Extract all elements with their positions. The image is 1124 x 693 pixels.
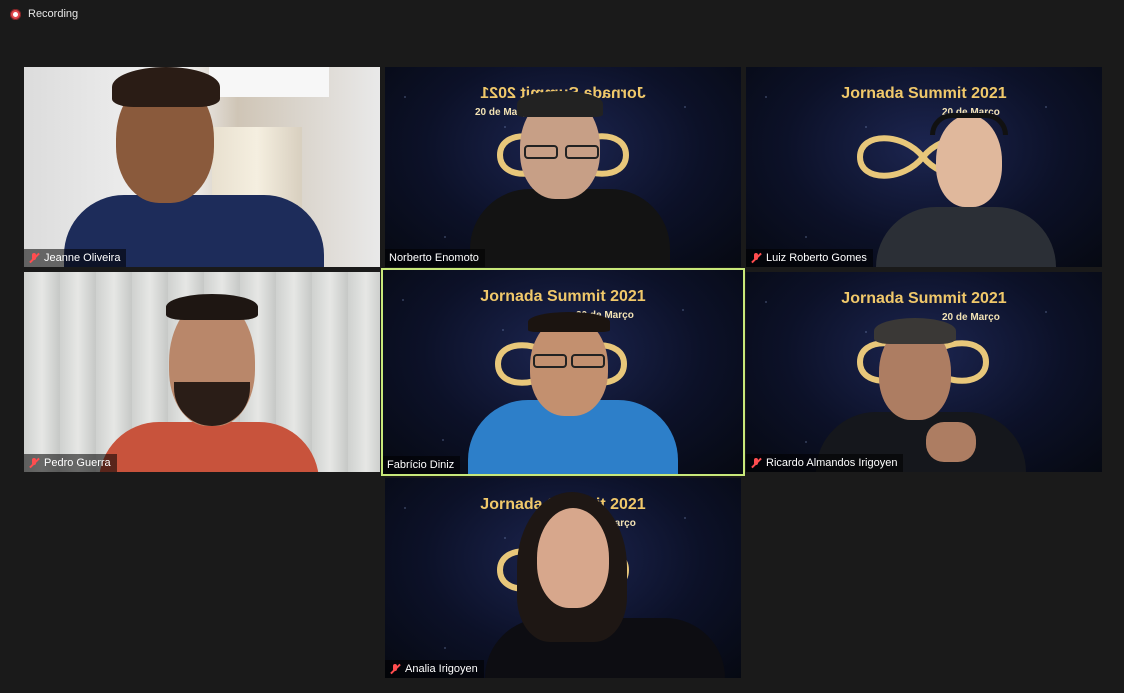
video-tile-ricardo-almandos-irigoyen[interactable]: Jornada Summit 2021 20 de Março Ricardo … (746, 272, 1102, 472)
participant-name: Jeanne Oliveira (44, 252, 121, 264)
participant-name-tag: Luiz Roberto Gomes (746, 249, 873, 267)
recording-label: Recording (28, 8, 79, 20)
participant-video: Jornada Summit 2021 20 de Março (385, 67, 741, 267)
glasses (533, 354, 567, 368)
participant-video: Jornada Summit 2021 20 de Março (385, 478, 741, 678)
video-tile-luiz-roberto-gomes[interactable]: Jornada Summit 2021 20 de Março Luiz Rob… (746, 67, 1102, 267)
participant-video (24, 67, 380, 267)
headset (930, 113, 1008, 135)
summit-banner-title: Jornada Summit 2021 (841, 85, 1007, 102)
participant-name: Ricardo Almandos Irigoyen (766, 457, 898, 469)
participant-name-tag: Ricardo Almandos Irigoyen (746, 454, 904, 472)
participant-name: Pedro Guerra (44, 457, 111, 469)
participant-video (24, 272, 380, 472)
hand (926, 422, 976, 462)
participant-name-tag: Pedro Guerra (24, 454, 117, 472)
recording-indicator: Recording (10, 8, 78, 20)
recording-dot-icon (10, 8, 21, 20)
summit-banner-date: 20 de Março (942, 312, 1000, 323)
glasses (565, 145, 599, 159)
participant-name: Luiz Roberto Gomes (766, 252, 867, 264)
participant-video: Jornada Summit 2021 20 de Março (746, 272, 1102, 472)
summit-banner-title: Jornada Summit 2021 (480, 288, 646, 305)
participant-video: Jornada Summit 2021 20 de Março (746, 67, 1102, 267)
glasses (524, 145, 558, 159)
video-tile-pedro-guerra[interactable]: Pedro Guerra (24, 272, 380, 472)
video-tile-fabricio-diniz[interactable]: Jornada Summit 2021 20 de Março Fabrício… (381, 268, 745, 476)
mic-off-icon (28, 252, 40, 264)
participant-name: Fabrício Diniz (387, 459, 455, 471)
participant-name-tag: Fabrício Diniz (383, 456, 461, 474)
mic-off-icon (750, 252, 762, 264)
participant-name-tag: Jeanne Oliveira (24, 249, 127, 267)
mic-off-icon (750, 457, 762, 469)
participant-name-tag: Analia Irigoyen (385, 660, 484, 678)
video-tile-analia-irigoyen[interactable]: Jornada Summit 2021 20 de Março Analia I… (385, 478, 741, 678)
mic-off-icon (28, 457, 40, 469)
participant-name: Analia Irigoyen (405, 663, 478, 675)
participant-name: Norberto Enomoto (389, 252, 479, 264)
glasses (571, 354, 605, 368)
video-tile-norberto-enomoto[interactable]: Jornada Summit 2021 20 de Março Norberto… (385, 67, 741, 267)
video-tile-jeanne-oliveira[interactable]: Jeanne Oliveira (24, 67, 380, 267)
participant-video: Jornada Summit 2021 20 de Março (383, 270, 743, 474)
mic-off-icon (389, 663, 401, 675)
summit-banner-title: Jornada Summit 2021 (841, 290, 1007, 307)
participant-name-tag: Norberto Enomoto (385, 249, 485, 267)
